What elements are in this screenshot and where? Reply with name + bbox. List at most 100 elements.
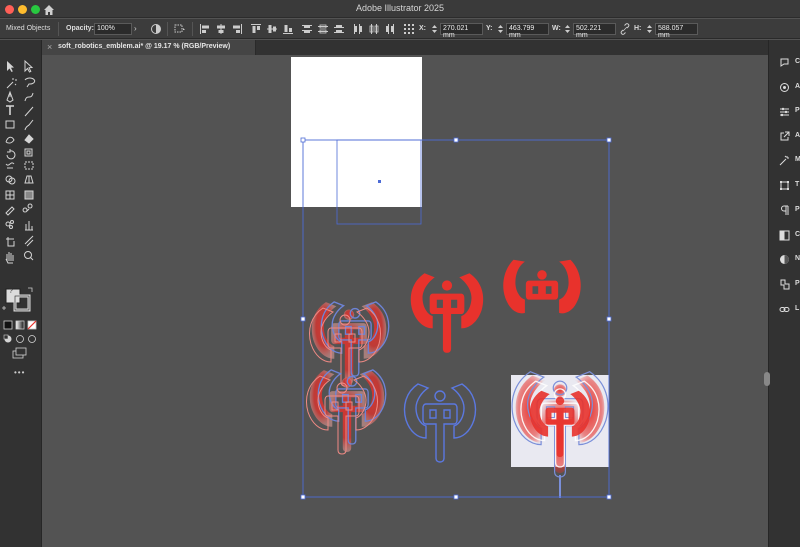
document-tab-bar: × soft_robotics_emblem.ai* @ 19.17 % (RG… xyxy=(42,40,768,55)
panel-label: C xyxy=(795,58,800,65)
column-graph-tool[interactable] xyxy=(22,220,35,233)
selection-type-label: Mixed Objects xyxy=(6,25,51,32)
slice-tool[interactable] xyxy=(22,235,35,248)
panel-label: P xyxy=(795,280,800,287)
fill-stroke-control[interactable] xyxy=(6,289,30,311)
divider xyxy=(167,22,168,36)
none-mode-button[interactable] xyxy=(28,321,41,334)
distribute-bottom-icon[interactable] xyxy=(333,23,345,35)
magic-panel-button[interactable]: M xyxy=(779,155,800,167)
eyedropper-tool[interactable] xyxy=(4,206,17,219)
scale-tool[interactable] xyxy=(22,148,35,161)
color-guide-panel-button[interactable]: N xyxy=(779,254,800,266)
x-label: X: xyxy=(419,25,426,32)
color-panel-button[interactable]: C xyxy=(779,57,800,69)
distribute-left-icon[interactable] xyxy=(352,23,364,35)
constrain-link-icon[interactable] xyxy=(619,23,631,35)
recolor-icon[interactable] xyxy=(150,23,162,35)
hand-tool[interactable] xyxy=(4,251,17,264)
align-bottom-icon[interactable] xyxy=(282,23,294,35)
illustrator-window: Adobe Illustrator 2025 Mixed Objects Opa… xyxy=(0,0,800,547)
tools-panel: ? ••• xyxy=(0,40,42,547)
paintbrush-tool[interactable] xyxy=(22,119,35,132)
screen-mode-button[interactable] xyxy=(13,347,26,360)
links-icon xyxy=(779,307,790,312)
more-tools-button[interactable]: ••• xyxy=(14,368,25,377)
document-tab-label: soft_robotics_emblem.ai* @ 19.17 % (RGB/… xyxy=(58,43,231,50)
appearance-panel-button[interactable]: A xyxy=(779,82,800,94)
magic-wand-tool[interactable] xyxy=(4,76,17,89)
align-right-icon[interactable] xyxy=(231,23,243,35)
paragraph-panel-button[interactable]: P xyxy=(779,205,800,217)
distribute-top-icon[interactable] xyxy=(301,23,313,35)
h-stepper[interactable] xyxy=(646,23,653,35)
color-guide-icon xyxy=(780,255,789,264)
width-tool[interactable] xyxy=(4,161,17,174)
panel-label: A xyxy=(795,83,800,90)
curvature-tool[interactable] xyxy=(22,91,35,104)
h-field[interactable]: 588.057 mm xyxy=(655,23,698,39)
selection-tool[interactable] xyxy=(4,60,17,73)
align-left-icon[interactable] xyxy=(199,23,211,35)
artwork-layer[interactable] xyxy=(42,55,768,547)
panel-label: A xyxy=(795,132,800,139)
artboard-tool[interactable] xyxy=(4,235,17,248)
properties-panel-button[interactable]: P xyxy=(779,106,800,118)
links-panel-button[interactable]: L xyxy=(779,304,800,316)
shape-builder-tool[interactable] xyxy=(4,175,17,188)
paragraph-icon xyxy=(781,205,789,215)
mesh-emblem xyxy=(511,371,609,498)
blend-tool[interactable] xyxy=(22,206,35,219)
panel-label: L xyxy=(795,305,800,312)
free-transform-tool[interactable] xyxy=(22,161,35,174)
panel-label: T xyxy=(795,181,800,188)
opacity-label: Opacity: xyxy=(66,25,95,32)
w-field[interactable]: 502.221 mm xyxy=(573,23,616,39)
chevron-right-icon[interactable]: › xyxy=(134,24,137,33)
export-panel-button[interactable]: A xyxy=(779,131,800,143)
eraser-tool[interactable] xyxy=(22,134,35,147)
align-top-icon[interactable] xyxy=(250,23,262,35)
align-center-v-icon[interactable] xyxy=(266,23,278,35)
distribute-center-icon[interactable] xyxy=(317,23,329,35)
appearance-icon xyxy=(780,83,789,92)
direct-selection-tool[interactable] xyxy=(22,60,35,73)
pen-tool[interactable] xyxy=(4,91,17,104)
gradient-tool[interactable] xyxy=(22,190,35,203)
line-tool[interactable] xyxy=(22,105,35,118)
zoom-tool[interactable] xyxy=(22,251,35,264)
mesh-tool[interactable] xyxy=(4,190,17,203)
symbol-sprayer-tool[interactable] xyxy=(4,220,17,233)
align-to-icon[interactable] xyxy=(174,23,186,35)
panel-label: N xyxy=(795,255,800,262)
transform-panel-button[interactable]: T xyxy=(779,180,800,192)
document-tab[interactable]: × soft_robotics_emblem.ai* @ 19.17 % (RG… xyxy=(42,40,256,55)
x-stepper[interactable] xyxy=(431,23,438,35)
opacity-field[interactable]: 100% xyxy=(94,23,132,35)
distribute-h-center-icon[interactable] xyxy=(368,23,380,35)
close-tab-icon[interactable]: × xyxy=(47,42,52,52)
reference-point-icon[interactable] xyxy=(403,23,415,35)
blended-emblem-bottom xyxy=(306,369,387,455)
align-center-h-icon[interactable] xyxy=(215,23,227,35)
w-stepper[interactable] xyxy=(564,23,571,35)
magic-icon xyxy=(779,155,789,166)
layers-panel-button[interactable]: C xyxy=(779,230,800,242)
rotate-tool[interactable] xyxy=(4,148,17,161)
rectangle-tool[interactable] xyxy=(4,119,17,132)
distribute-right-icon[interactable] xyxy=(384,23,396,35)
shaper-tool[interactable] xyxy=(4,134,17,147)
draw-inside-button[interactable] xyxy=(28,334,41,347)
y-stepper[interactable] xyxy=(497,23,504,35)
lasso-tool[interactable] xyxy=(22,76,35,89)
x-field[interactable]: 270.021 mm xyxy=(440,23,483,39)
pathfinder-panel-button[interactable]: P xyxy=(779,279,800,291)
red-emblem-side xyxy=(503,259,581,314)
type-tool[interactable] xyxy=(4,105,17,118)
canvas-area[interactable] xyxy=(42,55,768,547)
canvas-scrollbar[interactable] xyxy=(764,372,770,386)
control-bar: Mixed Objects Opacity: 100% › X: 270.021… xyxy=(0,19,800,39)
y-field[interactable]: 463.799 mm xyxy=(506,23,549,39)
perspective-grid-tool[interactable] xyxy=(22,175,35,188)
panel-label: M xyxy=(795,156,800,163)
